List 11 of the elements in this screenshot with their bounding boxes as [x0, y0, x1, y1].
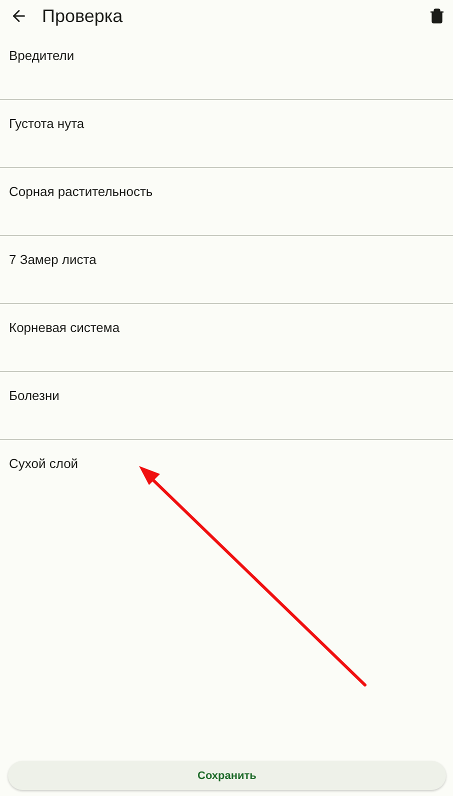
list-item[interactable]: 7 Замер листа [0, 236, 453, 304]
screen-title: Проверка [42, 6, 124, 26]
list-item[interactable]: Сухой слой [0, 440, 453, 508]
list-item[interactable]: Сорная растительность [0, 168, 453, 236]
trash-icon[interactable] [429, 8, 445, 24]
list-item[interactable]: Болезни [0, 372, 453, 440]
back-arrow-icon[interactable] [10, 7, 28, 25]
list-item[interactable]: Густота нута [0, 100, 453, 168]
list-item[interactable]: Вредители [0, 32, 453, 100]
save-button[interactable]: Сохранить [8, 761, 446, 790]
list-item[interactable]: Корневая система [0, 304, 453, 372]
